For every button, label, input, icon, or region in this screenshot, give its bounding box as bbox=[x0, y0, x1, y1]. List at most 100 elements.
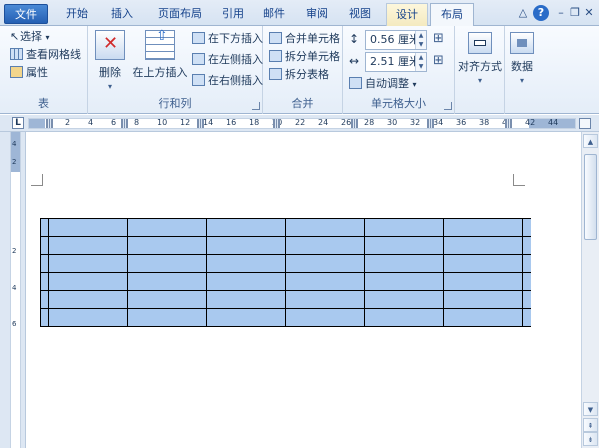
alignment-button[interactable]: 对齐方式 ▾ bbox=[457, 30, 503, 85]
row-selector[interactable] bbox=[40, 308, 49, 327]
split-table-button[interactable]: 拆分表格 bbox=[269, 66, 329, 84]
table-cell[interactable] bbox=[285, 218, 365, 237]
vertical-ruler[interactable]: 4 2 2 4 6 bbox=[0, 132, 26, 448]
document-page[interactable] bbox=[27, 132, 580, 448]
previous-page-icon[interactable]: ⇞ bbox=[583, 418, 598, 432]
horizontal-ruler[interactable]: L 24681012141618202224262830323436384042… bbox=[0, 115, 599, 132]
tab-page-layout[interactable]: 页面布局 bbox=[147, 3, 213, 26]
scrollbar-thumb[interactable] bbox=[584, 154, 597, 240]
insert-right-button[interactable]: 在右侧插入 bbox=[192, 72, 263, 90]
tab-table-design[interactable]: 设计 bbox=[386, 3, 428, 26]
table-cell[interactable] bbox=[48, 308, 128, 327]
table-row[interactable] bbox=[40, 308, 531, 327]
insert-below-button[interactable]: 在下方插入 bbox=[192, 30, 263, 48]
table-cell[interactable] bbox=[206, 290, 286, 309]
table-row[interactable] bbox=[40, 254, 531, 273]
table-cell[interactable] bbox=[127, 254, 207, 273]
table-cell[interactable] bbox=[285, 254, 365, 273]
table-row[interactable] bbox=[40, 218, 531, 237]
table-cell[interactable] bbox=[443, 218, 523, 237]
table-cell[interactable] bbox=[364, 308, 444, 327]
table-cell[interactable] bbox=[48, 272, 128, 291]
view-gridlines-button[interactable]: 查看网格线 bbox=[10, 46, 81, 64]
vertical-ruler-strip[interactable]: 4 2 2 4 6 bbox=[10, 132, 21, 448]
row-selector[interactable] bbox=[40, 272, 49, 291]
merge-cells-button[interactable]: 合并单元格 bbox=[269, 30, 340, 48]
table-cell[interactable] bbox=[206, 254, 286, 273]
tab-home[interactable]: 开始 bbox=[56, 3, 98, 26]
distribute-rows-icon[interactable]: ⊞ bbox=[433, 31, 444, 46]
table-cell[interactable] bbox=[127, 272, 207, 291]
spinner-arrows-icon[interactable]: ▲ ▼ bbox=[415, 31, 426, 49]
help-icon[interactable]: ? bbox=[533, 5, 549, 21]
scroll-up-icon[interactable]: ▲ bbox=[583, 134, 598, 148]
minimize-ribbon-icon[interactable]: △ bbox=[515, 5, 531, 21]
select-button[interactable]: ↖选择 ▾ bbox=[10, 28, 50, 46]
table-cell[interactable] bbox=[206, 218, 286, 237]
close-icon[interactable]: ✕ bbox=[581, 5, 597, 21]
ruler-strip[interactable]: 2468101214161820222426283032343638404244 bbox=[28, 118, 576, 129]
row-selector[interactable] bbox=[40, 218, 49, 237]
table-cell[interactable] bbox=[206, 236, 286, 255]
insert-above-button[interactable]: ⇧ 在上方插入 bbox=[132, 28, 188, 80]
split-cells-button[interactable]: 拆分单元格 bbox=[269, 48, 340, 66]
row-height-input[interactable]: 0.56 厘米 ▲ ▼ bbox=[365, 30, 427, 50]
table-cell[interactable] bbox=[285, 236, 365, 255]
table-cell[interactable] bbox=[443, 236, 523, 255]
spinner-arrows-icon[interactable]: ▲ ▼ bbox=[415, 53, 426, 71]
table-row[interactable] bbox=[40, 236, 531, 255]
ruler-toggle-icon[interactable] bbox=[579, 118, 591, 129]
tab-references[interactable]: 引用 bbox=[212, 3, 254, 26]
tab-file[interactable]: 文件 bbox=[4, 4, 48, 24]
tab-selector-icon[interactable]: L bbox=[12, 117, 24, 129]
column-marker[interactable] bbox=[197, 119, 204, 128]
table-cell[interactable] bbox=[206, 308, 286, 327]
table-cell[interactable] bbox=[48, 290, 128, 309]
row-selector[interactable] bbox=[40, 236, 49, 255]
document-table[interactable] bbox=[40, 218, 531, 327]
row-selector[interactable] bbox=[40, 290, 49, 309]
table-cell[interactable] bbox=[285, 290, 365, 309]
delete-button[interactable]: ✕ 删除 ▾ bbox=[92, 30, 128, 91]
table-cell[interactable] bbox=[364, 218, 444, 237]
table-row[interactable] bbox=[40, 272, 531, 291]
table-cell[interactable] bbox=[443, 254, 523, 273]
column-marker[interactable] bbox=[273, 119, 280, 128]
table-cell[interactable] bbox=[127, 236, 207, 255]
table-cell[interactable] bbox=[48, 218, 128, 237]
table-row[interactable] bbox=[40, 290, 531, 309]
column-marker[interactable] bbox=[427, 119, 434, 128]
table-cell[interactable] bbox=[48, 236, 128, 255]
table-cell[interactable] bbox=[364, 290, 444, 309]
vertical-scrollbar[interactable]: ▲ ▼ ⇞ ⇟ bbox=[581, 132, 599, 448]
tab-insert[interactable]: 插入 bbox=[101, 3, 143, 26]
table-cell[interactable] bbox=[364, 272, 444, 291]
tab-mailings[interactable]: 邮件 bbox=[253, 3, 295, 26]
table-cell[interactable] bbox=[364, 236, 444, 255]
dialog-launcher-icon[interactable] bbox=[252, 102, 260, 110]
tab-view[interactable]: 视图 bbox=[339, 3, 381, 26]
table-cell[interactable] bbox=[443, 290, 523, 309]
tab-review[interactable]: 审阅 bbox=[296, 3, 338, 26]
distribute-columns-icon[interactable]: ⊞ bbox=[433, 53, 444, 68]
table-cell[interactable] bbox=[443, 272, 523, 291]
column-marker[interactable] bbox=[121, 119, 128, 128]
table-cell[interactable] bbox=[364, 254, 444, 273]
row-selector[interactable] bbox=[40, 254, 49, 273]
table-cell[interactable] bbox=[127, 308, 207, 327]
column-marker[interactable] bbox=[351, 119, 358, 128]
column-width-input[interactable]: 2.51 厘米 ▲ ▼ bbox=[365, 52, 427, 72]
scroll-down-icon[interactable]: ▼ bbox=[583, 402, 598, 416]
table-cell[interactable] bbox=[285, 308, 365, 327]
table-cell[interactable] bbox=[127, 290, 207, 309]
tab-table-layout[interactable]: 布局 bbox=[430, 3, 474, 27]
dialog-launcher-icon[interactable] bbox=[444, 102, 452, 110]
table-cell[interactable] bbox=[443, 308, 523, 327]
autofit-button[interactable]: 自动调整 ▾ bbox=[349, 75, 417, 93]
properties-button[interactable]: 属性 bbox=[10, 64, 48, 82]
insert-left-button[interactable]: 在左侧插入 bbox=[192, 51, 263, 69]
table-cell[interactable] bbox=[127, 218, 207, 237]
column-marker[interactable] bbox=[505, 119, 512, 128]
table-cell[interactable] bbox=[285, 272, 365, 291]
next-page-icon[interactable]: ⇟ bbox=[583, 432, 598, 446]
